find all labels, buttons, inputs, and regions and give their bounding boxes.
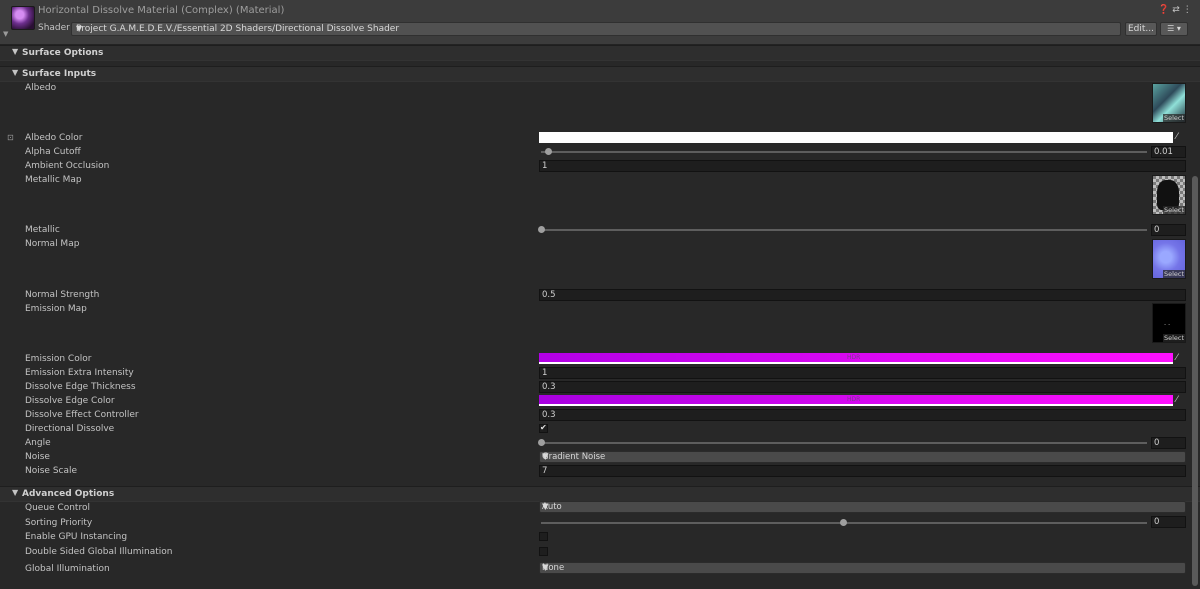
ambient-occlusion-field[interactable]: 1 [539, 160, 1186, 172]
angle-label: Angle [25, 438, 51, 448]
queue-control-label: Queue Control [25, 503, 90, 513]
alpha-cutoff-slider-thumb[interactable] [545, 148, 552, 155]
sorting-priority-value-field[interactable]: 0 [1151, 516, 1186, 528]
directional-dissolve-label: Directional Dissolve [25, 424, 115, 434]
angle-slider-thumb[interactable] [538, 439, 545, 446]
metallic-value-field[interactable]: 0 [1151, 224, 1186, 236]
angle-value-field[interactable]: 0 [1151, 437, 1186, 449]
section-surface-options[interactable]: ▼ Surface Options [0, 45, 1200, 61]
chevron-down-icon: ▼ [76, 24, 83, 33]
emission-map-label: Emission Map [25, 304, 87, 314]
dissolve-effect-controller-field[interactable]: 0.3 [539, 409, 1186, 421]
header-icons[interactable]: ❓⇄⋮ [1158, 5, 1195, 15]
double-sided-gi-checkbox[interactable] [539, 547, 548, 556]
metallic-label: Metallic [25, 225, 60, 235]
normal-strength-field[interactable]: 0.5 [539, 289, 1186, 301]
section-surface-inputs[interactable]: ▼ Surface Inputs [0, 66, 1200, 82]
foldout-triangle-icon: ▼ [12, 488, 19, 497]
dissolve-edge-thickness-label: Dissolve Edge Thickness [25, 382, 136, 392]
chevron-down-icon: ▼ [542, 452, 549, 462]
queue-control-dropdown[interactable]: Auto ▼ [539, 501, 1186, 513]
chevron-down-icon: ▼ [542, 563, 549, 573]
noise-scale-label: Noise Scale [25, 466, 78, 476]
foldout-triangle-icon: ▼ [12, 47, 19, 56]
gpu-instancing-label: Enable GPU Instancing [25, 532, 128, 542]
foldout-triangle-icon: ▼ [12, 68, 19, 77]
alpha-cutoff-value-field[interactable]: 0.01 [1151, 146, 1186, 158]
global-illumination-dropdown[interactable]: None ▼ [539, 562, 1186, 574]
shader-dropdown[interactable]: Project G.A.M.E.D.E.V./Essential 2D Shad… [71, 22, 1121, 36]
metallic-slider-track[interactable] [541, 229, 1147, 231]
metallic-map-label: Metallic Map [25, 175, 82, 185]
dissolve-edge-thickness-field[interactable]: 0.3 [539, 381, 1186, 393]
emission-extra-intensity-field[interactable]: 1 [539, 367, 1186, 379]
gpu-instancing-checkbox[interactable] [539, 532, 548, 541]
alpha-cutoff-label: Alpha Cutoff [25, 147, 81, 157]
lock-icon[interactable]: ⊡ [7, 133, 14, 142]
section-advanced-options[interactable]: ▼ Advanced Options [0, 486, 1200, 502]
chevron-down-icon: ▼ [542, 502, 549, 512]
albedo-texture-slot[interactable]: Select [1152, 83, 1186, 123]
normal-map-label: Normal Map [25, 239, 80, 249]
eyedropper-icon[interactable]: ⁄ [1176, 395, 1178, 405]
angle-slider-track[interactable] [541, 442, 1147, 444]
double-sided-gi-label: Double Sided Global Illumination [25, 547, 173, 557]
global-illumination-label: Global Illumination [25, 564, 110, 574]
sorting-priority-slider-thumb[interactable] [840, 519, 847, 526]
material-title: Horizontal Dissolve Material (Complex) (… [38, 5, 285, 16]
dissolve-edge-color-label: Dissolve Edge Color [25, 396, 115, 406]
vertical-scrollbar[interactable] [1192, 176, 1198, 586]
emission-extra-intensity-label: Emission Extra Intensity [25, 368, 134, 378]
metallic-map-texture-slot[interactable]: Select [1152, 175, 1186, 215]
noise-label: Noise [25, 452, 50, 462]
alpha-cutoff-slider-track[interactable] [541, 151, 1147, 153]
dissolve-effect-controller-label: Dissolve Effect Controller [25, 410, 139, 420]
normal-map-texture-slot[interactable]: Select [1152, 239, 1186, 279]
noise-dropdown[interactable]: Gradient Noise ▼ [539, 451, 1186, 463]
emission-color-label: Emission Color [25, 354, 92, 364]
material-preview-icon [11, 6, 35, 30]
checkmark-icon: ✔ [540, 423, 547, 432]
sorting-priority-label: Sorting Priority [25, 518, 93, 528]
shader-menu-button[interactable]: ☰ ▾ [1160, 22, 1188, 36]
noise-scale-field[interactable]: 7 [539, 465, 1186, 477]
directional-dissolve-checkbox[interactable]: ✔ [539, 423, 548, 433]
edit-shader-button[interactable]: Edit... [1125, 22, 1157, 36]
emission-alpha-bar [539, 362, 1173, 364]
eyedropper-icon[interactable]: ⁄ [1176, 132, 1178, 142]
normal-strength-label: Normal Strength [25, 290, 100, 300]
dissolve-edge-alpha-bar [539, 404, 1173, 406]
ambient-occlusion-label: Ambient Occlusion [25, 161, 110, 171]
albedo-color-label: Albedo Color [25, 133, 83, 143]
header-foldout-arrow[interactable]: ▼ [3, 30, 8, 38]
eyedropper-icon[interactable]: ⁄ [1176, 353, 1178, 363]
albedo-label: Albedo [25, 83, 57, 93]
shader-label: Shader [38, 23, 70, 33]
albedo-color-swatch[interactable] [539, 132, 1173, 143]
metallic-slider-thumb[interactable] [538, 226, 545, 233]
emission-map-texture-slot[interactable]: - - Select [1152, 303, 1186, 343]
